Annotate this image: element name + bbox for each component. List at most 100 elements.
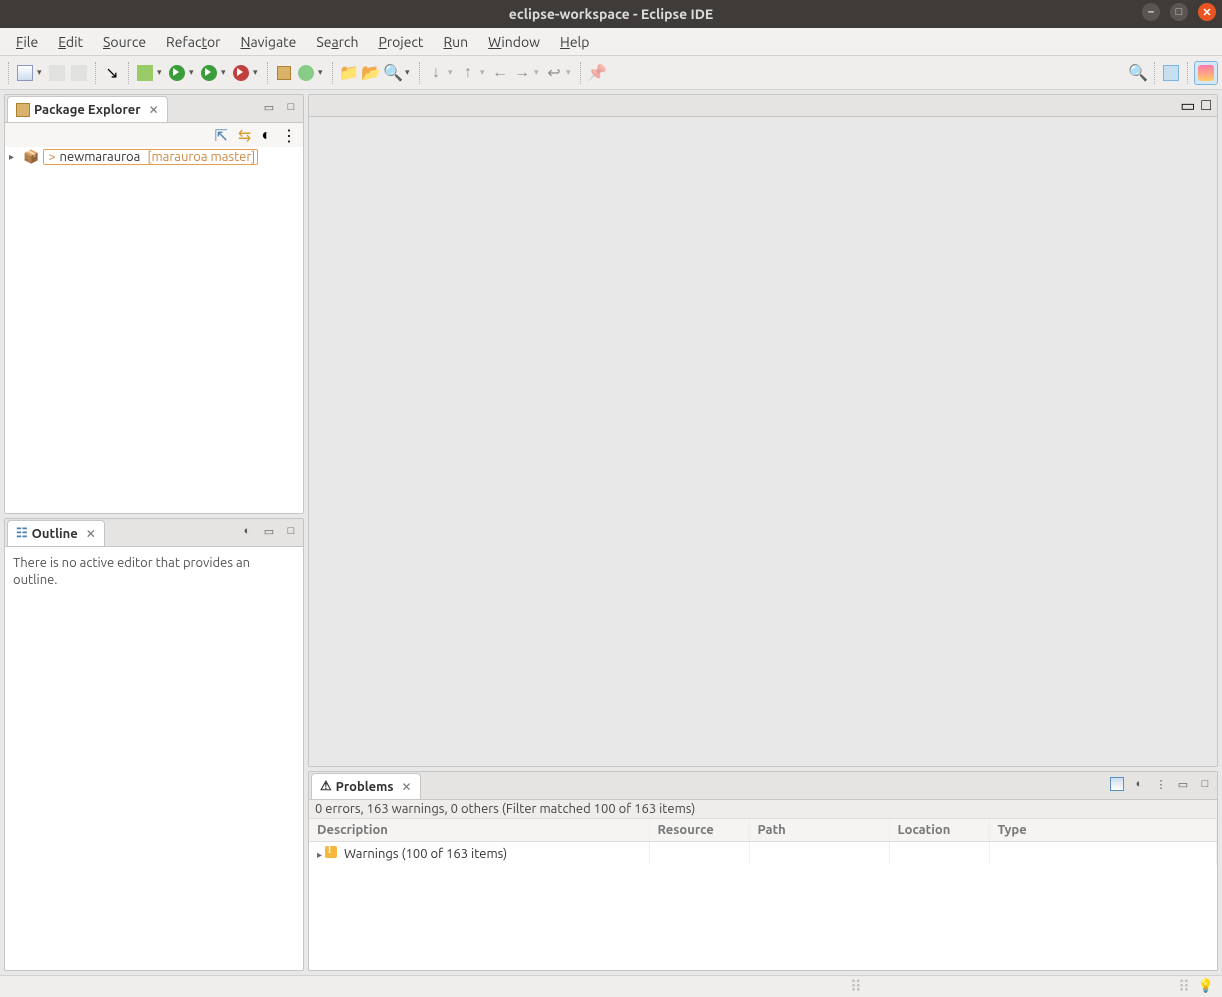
java-perspective-button[interactable] bbox=[1194, 61, 1218, 85]
outline-tab[interactable]: ☷ Outline ✕ bbox=[7, 520, 105, 546]
package-explorer-tab[interactable]: Package Explorer ✕ bbox=[7, 96, 168, 122]
view-menu-button[interactable]: ⋮ bbox=[281, 126, 297, 145]
menu-window[interactable]: Window bbox=[478, 31, 550, 53]
save-all-button[interactable] bbox=[69, 63, 89, 83]
problems-table: Description Resource Path Location Type … bbox=[309, 819, 1217, 865]
external-tools-dropdown[interactable]: ▾ bbox=[253, 67, 261, 78]
next-annotation-button[interactable]: ↑ bbox=[458, 63, 478, 83]
close-icon[interactable]: ✕ bbox=[149, 103, 159, 117]
col-path[interactable]: Path bbox=[749, 819, 889, 842]
last-edit-dropdown[interactable]: ▾ bbox=[566, 67, 574, 78]
problems-tab[interactable]: ⚠ Problems ✕ bbox=[311, 773, 421, 799]
drag-handle-icon: ⠿ bbox=[1178, 977, 1190, 996]
prev-annotation-button[interactable]: ↓ bbox=[426, 63, 446, 83]
outline-empty-message: There is no active editor that provides … bbox=[13, 556, 250, 587]
project-icon: 📦 bbox=[23, 150, 39, 165]
focus-task-button[interactable]: ◐ bbox=[1131, 776, 1147, 792]
prev-annotation-dropdown[interactable]: ▾ bbox=[448, 67, 456, 78]
view-minimize-button[interactable]: ▭ bbox=[261, 523, 277, 539]
menu-navigate[interactable]: Navigate bbox=[230, 31, 306, 53]
last-edit-button[interactable]: ↩ bbox=[544, 63, 564, 83]
view-minimize-button[interactable]: ▭ bbox=[261, 99, 277, 115]
quick-access-button[interactable]: 🔍 bbox=[1128, 63, 1148, 83]
view-menu-button[interactable]: ⋮ bbox=[1153, 776, 1169, 792]
close-icon[interactable]: ✕ bbox=[86, 527, 96, 541]
history-dropdown[interactable]: ▾ bbox=[534, 67, 542, 78]
coverage-dropdown[interactable]: ▾ bbox=[221, 67, 229, 78]
menu-edit[interactable]: Edit bbox=[48, 31, 93, 53]
project-name: newmarauroa bbox=[60, 150, 141, 164]
menu-refactor[interactable]: Refactor bbox=[156, 31, 230, 53]
window-title-bar: eclipse-workspace - Eclipse IDE – □ ✕ bbox=[0, 0, 1222, 28]
menu-source[interactable]: Source bbox=[93, 31, 156, 53]
warning-icon bbox=[325, 846, 337, 858]
warnings-row[interactable]: ▸ Warnings (100 of 163 items) bbox=[309, 842, 1217, 866]
focus-task-button[interactable]: ◐ bbox=[261, 126, 271, 145]
forward-button[interactable]: → bbox=[512, 63, 532, 83]
collapse-all-button[interactable]: ⇱ bbox=[215, 126, 228, 145]
package-icon bbox=[16, 103, 30, 117]
col-location[interactable]: Location bbox=[889, 819, 989, 842]
problems-view: ⚠ Problems ✕ ◐ ⋮ ▭ □ 0 errors, 163 warni… bbox=[308, 771, 1218, 971]
open-type-button[interactable]: 📁 bbox=[339, 63, 359, 83]
git-branch-label: [marauroa master] bbox=[147, 150, 255, 164]
focus-task-button[interactable]: ◐ bbox=[239, 523, 255, 539]
col-type[interactable]: Type bbox=[989, 819, 1217, 842]
editor-empty-area bbox=[309, 117, 1217, 766]
debug-button[interactable] bbox=[135, 63, 155, 83]
tip-bulb-icon[interactable]: 💡 bbox=[1198, 979, 1214, 994]
new-class-dropdown[interactable]: ▾ bbox=[318, 67, 326, 78]
col-description[interactable]: Description bbox=[309, 819, 649, 842]
col-resource[interactable]: Resource bbox=[649, 819, 749, 842]
project-tree-item[interactable]: ▸ 📦 > newmarauroa [marauroa master] bbox=[5, 147, 303, 167]
view-minimize-button[interactable]: ▭ bbox=[1175, 776, 1191, 792]
expand-arrow-icon[interactable]: ▸ bbox=[317, 849, 322, 860]
window-title: eclipse-workspace - Eclipse IDE bbox=[509, 6, 713, 22]
problems-icon: ⚠ bbox=[320, 779, 332, 794]
coverage-button[interactable] bbox=[199, 63, 219, 83]
menu-bar: File Edit Source Refactor Navigate Searc… bbox=[0, 28, 1222, 56]
next-annotation-dropdown[interactable]: ▾ bbox=[480, 67, 488, 78]
view-maximize-button[interactable]: □ bbox=[283, 523, 299, 539]
external-tools-button[interactable] bbox=[231, 63, 251, 83]
package-explorer-label: Package Explorer bbox=[34, 103, 141, 117]
editor-minimize-button[interactable]: ▭ bbox=[1180, 96, 1195, 115]
open-perspective-button[interactable] bbox=[1161, 63, 1181, 83]
link-editor-button[interactable]: ⇆ bbox=[238, 126, 251, 145]
view-maximize-button[interactable]: □ bbox=[283, 99, 299, 115]
warnings-text: Warnings (100 of 163 items) bbox=[344, 847, 507, 861]
new-class-button[interactable] bbox=[296, 63, 316, 83]
new-button[interactable] bbox=[15, 63, 35, 83]
save-button[interactable] bbox=[47, 63, 67, 83]
close-button[interactable]: ✕ bbox=[1198, 3, 1216, 21]
outline-label: Outline bbox=[32, 527, 78, 541]
run-button[interactable] bbox=[167, 63, 187, 83]
outline-view: ☷ Outline ✕ ◐ ▭ □ There is no active edi… bbox=[4, 518, 304, 971]
pin-editor-button[interactable]: 📌 bbox=[587, 63, 607, 83]
menu-help[interactable]: Help bbox=[550, 31, 599, 53]
workspace: Package Explorer ✕ ▭ □ ⇱ ⇆ ◐ ⋮ ▸ 📦 bbox=[0, 90, 1222, 975]
editor-area: ▭ □ bbox=[308, 94, 1218, 767]
menu-run[interactable]: Run bbox=[433, 31, 478, 53]
maximize-button[interactable]: □ bbox=[1170, 3, 1188, 21]
debug-dropdown[interactable]: ▾ bbox=[157, 67, 165, 78]
new-package-button[interactable] bbox=[274, 63, 294, 83]
menu-search[interactable]: Search bbox=[306, 31, 368, 53]
skip-breakpoints-button[interactable]: ↘ bbox=[102, 63, 122, 83]
expand-arrow-icon[interactable]: ▸ bbox=[9, 151, 19, 163]
menu-project[interactable]: Project bbox=[368, 31, 433, 53]
close-icon[interactable]: ✕ bbox=[402, 780, 412, 794]
filter-button[interactable] bbox=[1109, 776, 1125, 792]
drag-handle-icon: ⠿ bbox=[850, 977, 862, 996]
minimize-button[interactable]: – bbox=[1142, 3, 1160, 21]
run-dropdown[interactable]: ▾ bbox=[189, 67, 197, 78]
search-dropdown[interactable]: ▾ bbox=[405, 67, 413, 78]
problems-summary: 0 errors, 163 warnings, 0 others (Filter… bbox=[309, 800, 1217, 819]
menu-file[interactable]: File bbox=[6, 31, 48, 53]
new-dropdown[interactable]: ▾ bbox=[37, 67, 45, 78]
open-task-button[interactable]: 📂 bbox=[361, 63, 381, 83]
back-button[interactable]: ← bbox=[490, 63, 510, 83]
editor-maximize-button[interactable]: □ bbox=[1201, 96, 1211, 115]
search-button[interactable]: 🔍 bbox=[383, 63, 403, 83]
view-maximize-button[interactable]: □ bbox=[1197, 776, 1213, 792]
